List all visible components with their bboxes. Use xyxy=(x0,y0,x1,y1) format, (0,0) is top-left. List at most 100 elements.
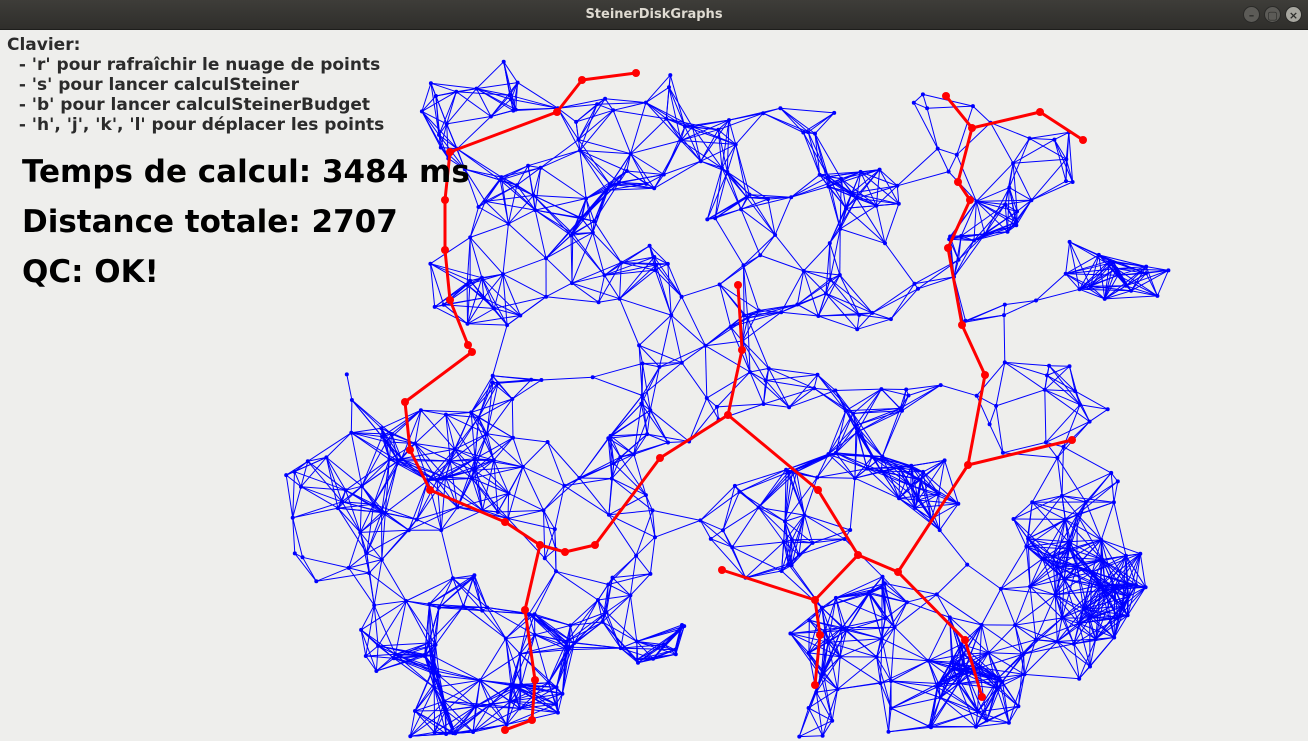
graph-node xyxy=(1107,258,1112,263)
graph-node xyxy=(739,207,743,212)
graph-node xyxy=(880,574,885,579)
graph-node xyxy=(778,106,783,111)
graph-node xyxy=(404,599,409,603)
graph-node xyxy=(844,206,848,211)
graph-node xyxy=(877,167,882,172)
graph-node xyxy=(465,321,470,326)
graph-node xyxy=(865,466,870,471)
graph-edge xyxy=(508,466,524,494)
graph-edge xyxy=(780,107,835,114)
graph-edge xyxy=(508,223,547,259)
graph-edge xyxy=(881,638,892,682)
graph-node xyxy=(433,94,438,98)
graph-edge xyxy=(973,221,1017,241)
graph-edge xyxy=(790,174,821,198)
graph-node xyxy=(669,313,674,318)
graph-edge xyxy=(1044,389,1076,392)
graph-edge xyxy=(598,298,620,303)
graph-node xyxy=(634,553,639,558)
graph-node xyxy=(673,647,678,652)
graph-node xyxy=(826,452,831,457)
steiner-node xyxy=(426,486,434,494)
graph-node xyxy=(643,100,648,105)
graph-node xyxy=(305,459,310,464)
graph-node xyxy=(1088,284,1093,289)
graph-edge xyxy=(1073,643,1091,667)
graph-edge xyxy=(876,627,896,658)
graph-edge xyxy=(880,683,889,732)
graph-edge xyxy=(564,485,610,516)
graph-node xyxy=(472,573,477,578)
graph-edge xyxy=(681,345,706,364)
graph-node xyxy=(437,605,441,610)
graph-edge xyxy=(534,209,547,259)
graph-edge xyxy=(512,379,542,400)
steiner-node xyxy=(724,411,732,419)
graph-node xyxy=(517,706,522,711)
graph-edge xyxy=(1069,241,1080,290)
graph-node xyxy=(880,585,884,590)
graph-node xyxy=(439,528,444,533)
graph-node xyxy=(284,473,289,478)
graph-node xyxy=(716,127,721,132)
graph-node xyxy=(648,571,653,576)
steiner-node xyxy=(1036,108,1044,116)
graph-node xyxy=(648,408,653,413)
graph-edge xyxy=(435,605,464,646)
graph-edge xyxy=(731,507,760,548)
graph-node xyxy=(1109,470,1114,475)
graph-edge xyxy=(522,466,544,511)
graph-edge xyxy=(888,726,932,733)
graph-node xyxy=(908,483,913,488)
graph-node xyxy=(292,551,297,556)
graph-node xyxy=(1067,364,1072,369)
graph-edge xyxy=(511,398,514,438)
graph-edge xyxy=(995,389,1045,407)
graph-node xyxy=(501,59,506,64)
graph-edge xyxy=(654,519,701,538)
graph-node xyxy=(680,623,684,627)
graph-node xyxy=(359,627,364,632)
graph-node xyxy=(1060,616,1065,620)
graph-edge xyxy=(470,223,509,238)
graph-node xyxy=(1083,500,1088,504)
graph-edge xyxy=(475,680,481,707)
graph-edge xyxy=(714,217,744,266)
graph-edge xyxy=(545,257,573,284)
steiner-node xyxy=(1079,136,1087,144)
graph-node xyxy=(708,536,713,541)
graph-edge xyxy=(1013,518,1027,547)
graph-edge xyxy=(872,288,919,314)
graph-node xyxy=(359,484,364,489)
graph-node xyxy=(579,215,584,220)
graph-node xyxy=(942,458,947,463)
graph-edge xyxy=(285,475,294,518)
graph-node xyxy=(292,469,297,474)
graph-node xyxy=(1052,137,1057,142)
graph-edge xyxy=(548,642,575,683)
graph-node xyxy=(514,183,519,188)
graph-node xyxy=(916,286,920,291)
graph-edge xyxy=(1013,495,1063,520)
graph-node xyxy=(788,631,793,636)
graph-edge xyxy=(602,621,639,664)
graph-edge xyxy=(366,529,410,554)
steiner-edge xyxy=(403,350,474,404)
graph-edge xyxy=(579,150,620,183)
graph-node xyxy=(745,316,750,320)
steiner-edge xyxy=(580,71,638,82)
graph-node xyxy=(442,699,447,704)
graph-node xyxy=(748,370,752,374)
graph-node xyxy=(454,89,459,94)
graph-node xyxy=(1134,583,1138,587)
graph-node xyxy=(364,551,369,556)
graph-edge xyxy=(337,507,361,533)
graph-node xyxy=(810,540,815,545)
graph-edge xyxy=(1079,404,1091,422)
graph-edge xyxy=(981,588,1002,626)
steiner-node xyxy=(954,178,962,186)
graph-edge xyxy=(307,432,352,462)
graph-node xyxy=(929,725,933,730)
graph-node xyxy=(1043,440,1048,445)
graph-node xyxy=(346,565,351,570)
